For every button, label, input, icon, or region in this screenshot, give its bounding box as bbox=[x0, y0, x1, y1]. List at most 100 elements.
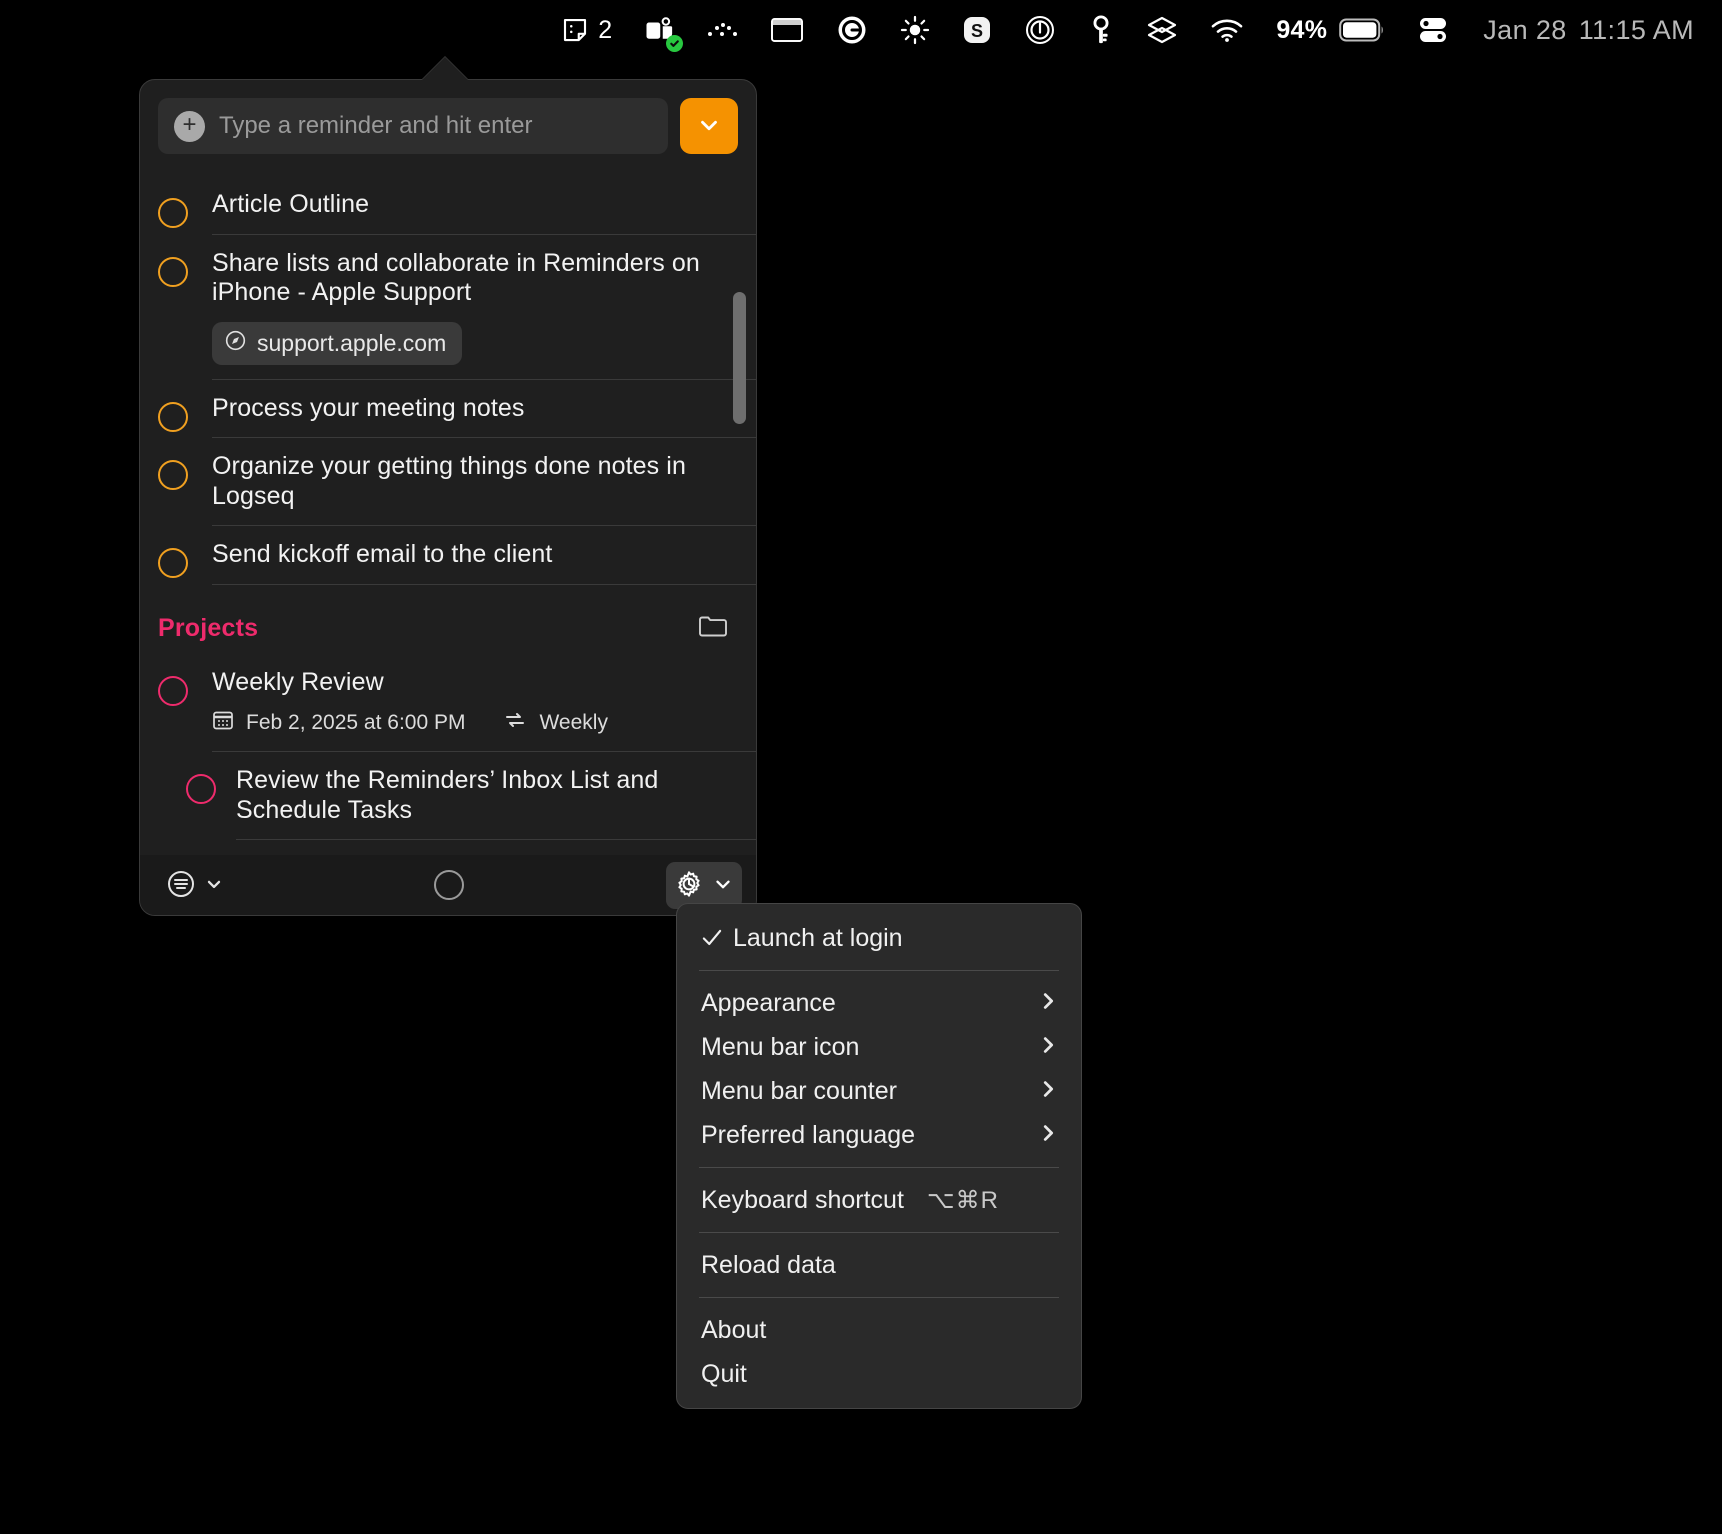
keyboard-shortcut-label: ⌥⌘R bbox=[927, 1186, 999, 1214]
reminder-row[interactable]: Send kickoff email to the client bbox=[140, 526, 756, 585]
group-title: Projects bbox=[158, 613, 259, 642]
menu-item-appearance[interactable]: Appearance bbox=[677, 981, 1081, 1025]
menu-item-label: Menu bar counter bbox=[701, 1076, 897, 1105]
chevron-down-icon bbox=[204, 874, 224, 897]
menubar-item-setapp[interactable]: S bbox=[946, 0, 1008, 60]
brightness-icon bbox=[900, 15, 930, 45]
menu-item-reload-data[interactable]: Reload data bbox=[677, 1243, 1081, 1287]
one-password-icon bbox=[1024, 14, 1056, 46]
menu-item-quit[interactable]: Quit bbox=[677, 1352, 1081, 1396]
macos-menu-bar: 2 S 94% Jan 28 11:15 AM bbox=[0, 0, 1722, 60]
reminder-complete-toggle[interactable] bbox=[158, 380, 212, 439]
menu-item-label: Launch at login bbox=[733, 923, 903, 952]
reminders-list: Article Outline Share lists and collabor… bbox=[140, 176, 756, 840]
teams-available-badge bbox=[666, 35, 684, 52]
menu-item-label: About bbox=[701, 1315, 767, 1344]
reminders-list-scroll[interactable]: Article Outline Share lists and collabor… bbox=[140, 176, 756, 855]
reminder-row[interactable]: Organize your getting things done notes … bbox=[140, 438, 756, 526]
group-header-projects: Projects bbox=[140, 585, 756, 654]
reminder-title: Article Outline bbox=[212, 190, 370, 218]
menu-item-keyboard-shortcut[interactable]: Keyboard shortcut ⌥⌘R bbox=[677, 1178, 1081, 1222]
menu-item-label: Menu bar icon bbox=[701, 1032, 860, 1061]
reminders-popover: + Article Outline bbox=[139, 79, 757, 916]
list-scrollbar-thumb[interactable] bbox=[733, 292, 746, 424]
menubar-item-key[interactable] bbox=[1072, 0, 1130, 60]
key-icon bbox=[1088, 15, 1114, 45]
menubar-item-wifi[interactable] bbox=[1194, 0, 1260, 60]
add-reminder-field[interactable]: + bbox=[158, 98, 668, 154]
reminder-complete-toggle[interactable] bbox=[158, 654, 212, 753]
chevron-right-icon bbox=[1037, 1077, 1059, 1105]
menubar-item-layers[interactable] bbox=[1130, 0, 1194, 60]
menu-item-menu-bar-icon[interactable]: Menu bar icon bbox=[677, 1025, 1081, 1069]
window-manager-icon bbox=[770, 16, 804, 44]
menu-item-label: Preferred language bbox=[701, 1120, 916, 1149]
list-filter-button[interactable] bbox=[158, 862, 232, 909]
menubar-item-grammarly[interactable] bbox=[820, 0, 884, 60]
menu-separator bbox=[699, 1297, 1059, 1298]
menubar-item-sticky-notes[interactable]: 2 bbox=[544, 0, 628, 60]
chevron-right-icon bbox=[1037, 1121, 1059, 1149]
screen: 2 S 94% Jan 28 11:15 AM + Type a reminde… bbox=[0, 0, 1722, 1534]
menubar-time[interactable]: 11:15 AM bbox=[1573, 15, 1700, 46]
dots-pattern-icon bbox=[706, 19, 738, 41]
control-center-icon bbox=[1417, 16, 1449, 44]
menubar-item-brightness[interactable] bbox=[884, 0, 946, 60]
battery-icon bbox=[1339, 17, 1385, 43]
gear-icon bbox=[674, 869, 704, 902]
menubar-item-teams[interactable] bbox=[628, 0, 690, 60]
add-reminder-row: + bbox=[140, 80, 756, 154]
reminder-complete-toggle[interactable] bbox=[158, 526, 212, 585]
chevron-down-icon bbox=[712, 873, 734, 898]
reminder-title: Send kickoff email to the client bbox=[212, 540, 553, 568]
menu-item-menu-bar-counter[interactable]: Menu bar counter bbox=[677, 1069, 1081, 1113]
menu-item-label: Keyboard shortcut bbox=[701, 1185, 904, 1214]
menubar-control-center[interactable] bbox=[1401, 0, 1465, 60]
menubar-item-dots[interactable] bbox=[690, 0, 754, 60]
reminder-row[interactable]: Process your meeting notes bbox=[140, 380, 756, 439]
sticky-notes-count: 2 bbox=[598, 15, 613, 44]
menu-separator bbox=[699, 1167, 1059, 1168]
folder-icon[interactable] bbox=[698, 613, 728, 644]
checkmark-icon bbox=[699, 925, 733, 951]
plus-circle-icon[interactable]: + bbox=[174, 110, 205, 142]
layers-icon bbox=[1146, 15, 1178, 45]
menubar-battery[interactable]: 94% bbox=[1260, 0, 1401, 60]
reminder-date: Feb 2, 2025 at 6:00 PM bbox=[246, 711, 466, 734]
chevron-right-icon bbox=[1037, 989, 1059, 1017]
menu-item-preferred-language[interactable]: Preferred language bbox=[677, 1113, 1081, 1157]
reminder-row[interactable]: Article Outline bbox=[140, 176, 756, 235]
reminder-title: Process your meeting notes bbox=[212, 393, 525, 422]
menu-item-label: Quit bbox=[701, 1359, 747, 1388]
menu-item-launch-at-login[interactable]: Launch at login bbox=[677, 916, 1081, 960]
reminder-row[interactable]: Share lists and collaborate in Reminders… bbox=[140, 235, 756, 380]
reminder-complete-toggle[interactable] bbox=[158, 438, 212, 526]
reminder-title: Organize your getting things done notes … bbox=[212, 452, 686, 510]
menu-item-label: Appearance bbox=[701, 988, 836, 1017]
reminder-meta: Feb 2, 2025 at 6:00 PM Weekly bbox=[212, 709, 736, 737]
list-filter-icon bbox=[166, 869, 196, 902]
svg-text:S: S bbox=[971, 21, 983, 41]
menubar-item-1password[interactable] bbox=[1008, 0, 1072, 60]
reminder-complete-toggle[interactable] bbox=[186, 752, 236, 840]
reminder-row[interactable]: Review the Reminders’ Inbox List and Sch… bbox=[140, 752, 756, 840]
reminder-complete-toggle[interactable] bbox=[158, 235, 212, 380]
settings-button[interactable] bbox=[666, 861, 742, 909]
grammarly-icon bbox=[836, 14, 868, 46]
reminder-title: Share lists and collaborate in Reminders… bbox=[212, 248, 700, 307]
popover-footer-toolbar bbox=[140, 855, 756, 915]
menubar-item-window-manager[interactable] bbox=[754, 0, 820, 60]
menubar-date[interactable]: Jan 28 bbox=[1465, 15, 1572, 46]
reminder-complete-toggle[interactable] bbox=[158, 176, 212, 235]
add-reminder-center-button[interactable] bbox=[434, 870, 464, 900]
reminder-url-chip[interactable]: support.apple.com bbox=[212, 321, 463, 365]
reminder-row[interactable]: Weekly Review Feb 2, 2025 at 6:00 PM Wee… bbox=[140, 654, 756, 753]
battery-percent-label: 94% bbox=[1276, 15, 1328, 44]
menu-item-about[interactable]: About bbox=[677, 1308, 1081, 1352]
list-selector-button[interactable] bbox=[680, 98, 738, 154]
reminder-repeat: Weekly bbox=[539, 711, 608, 734]
new-reminder-input[interactable] bbox=[219, 112, 652, 140]
calendar-icon bbox=[212, 709, 234, 737]
setapp-icon: S bbox=[962, 15, 992, 45]
repeat-icon bbox=[503, 709, 527, 737]
